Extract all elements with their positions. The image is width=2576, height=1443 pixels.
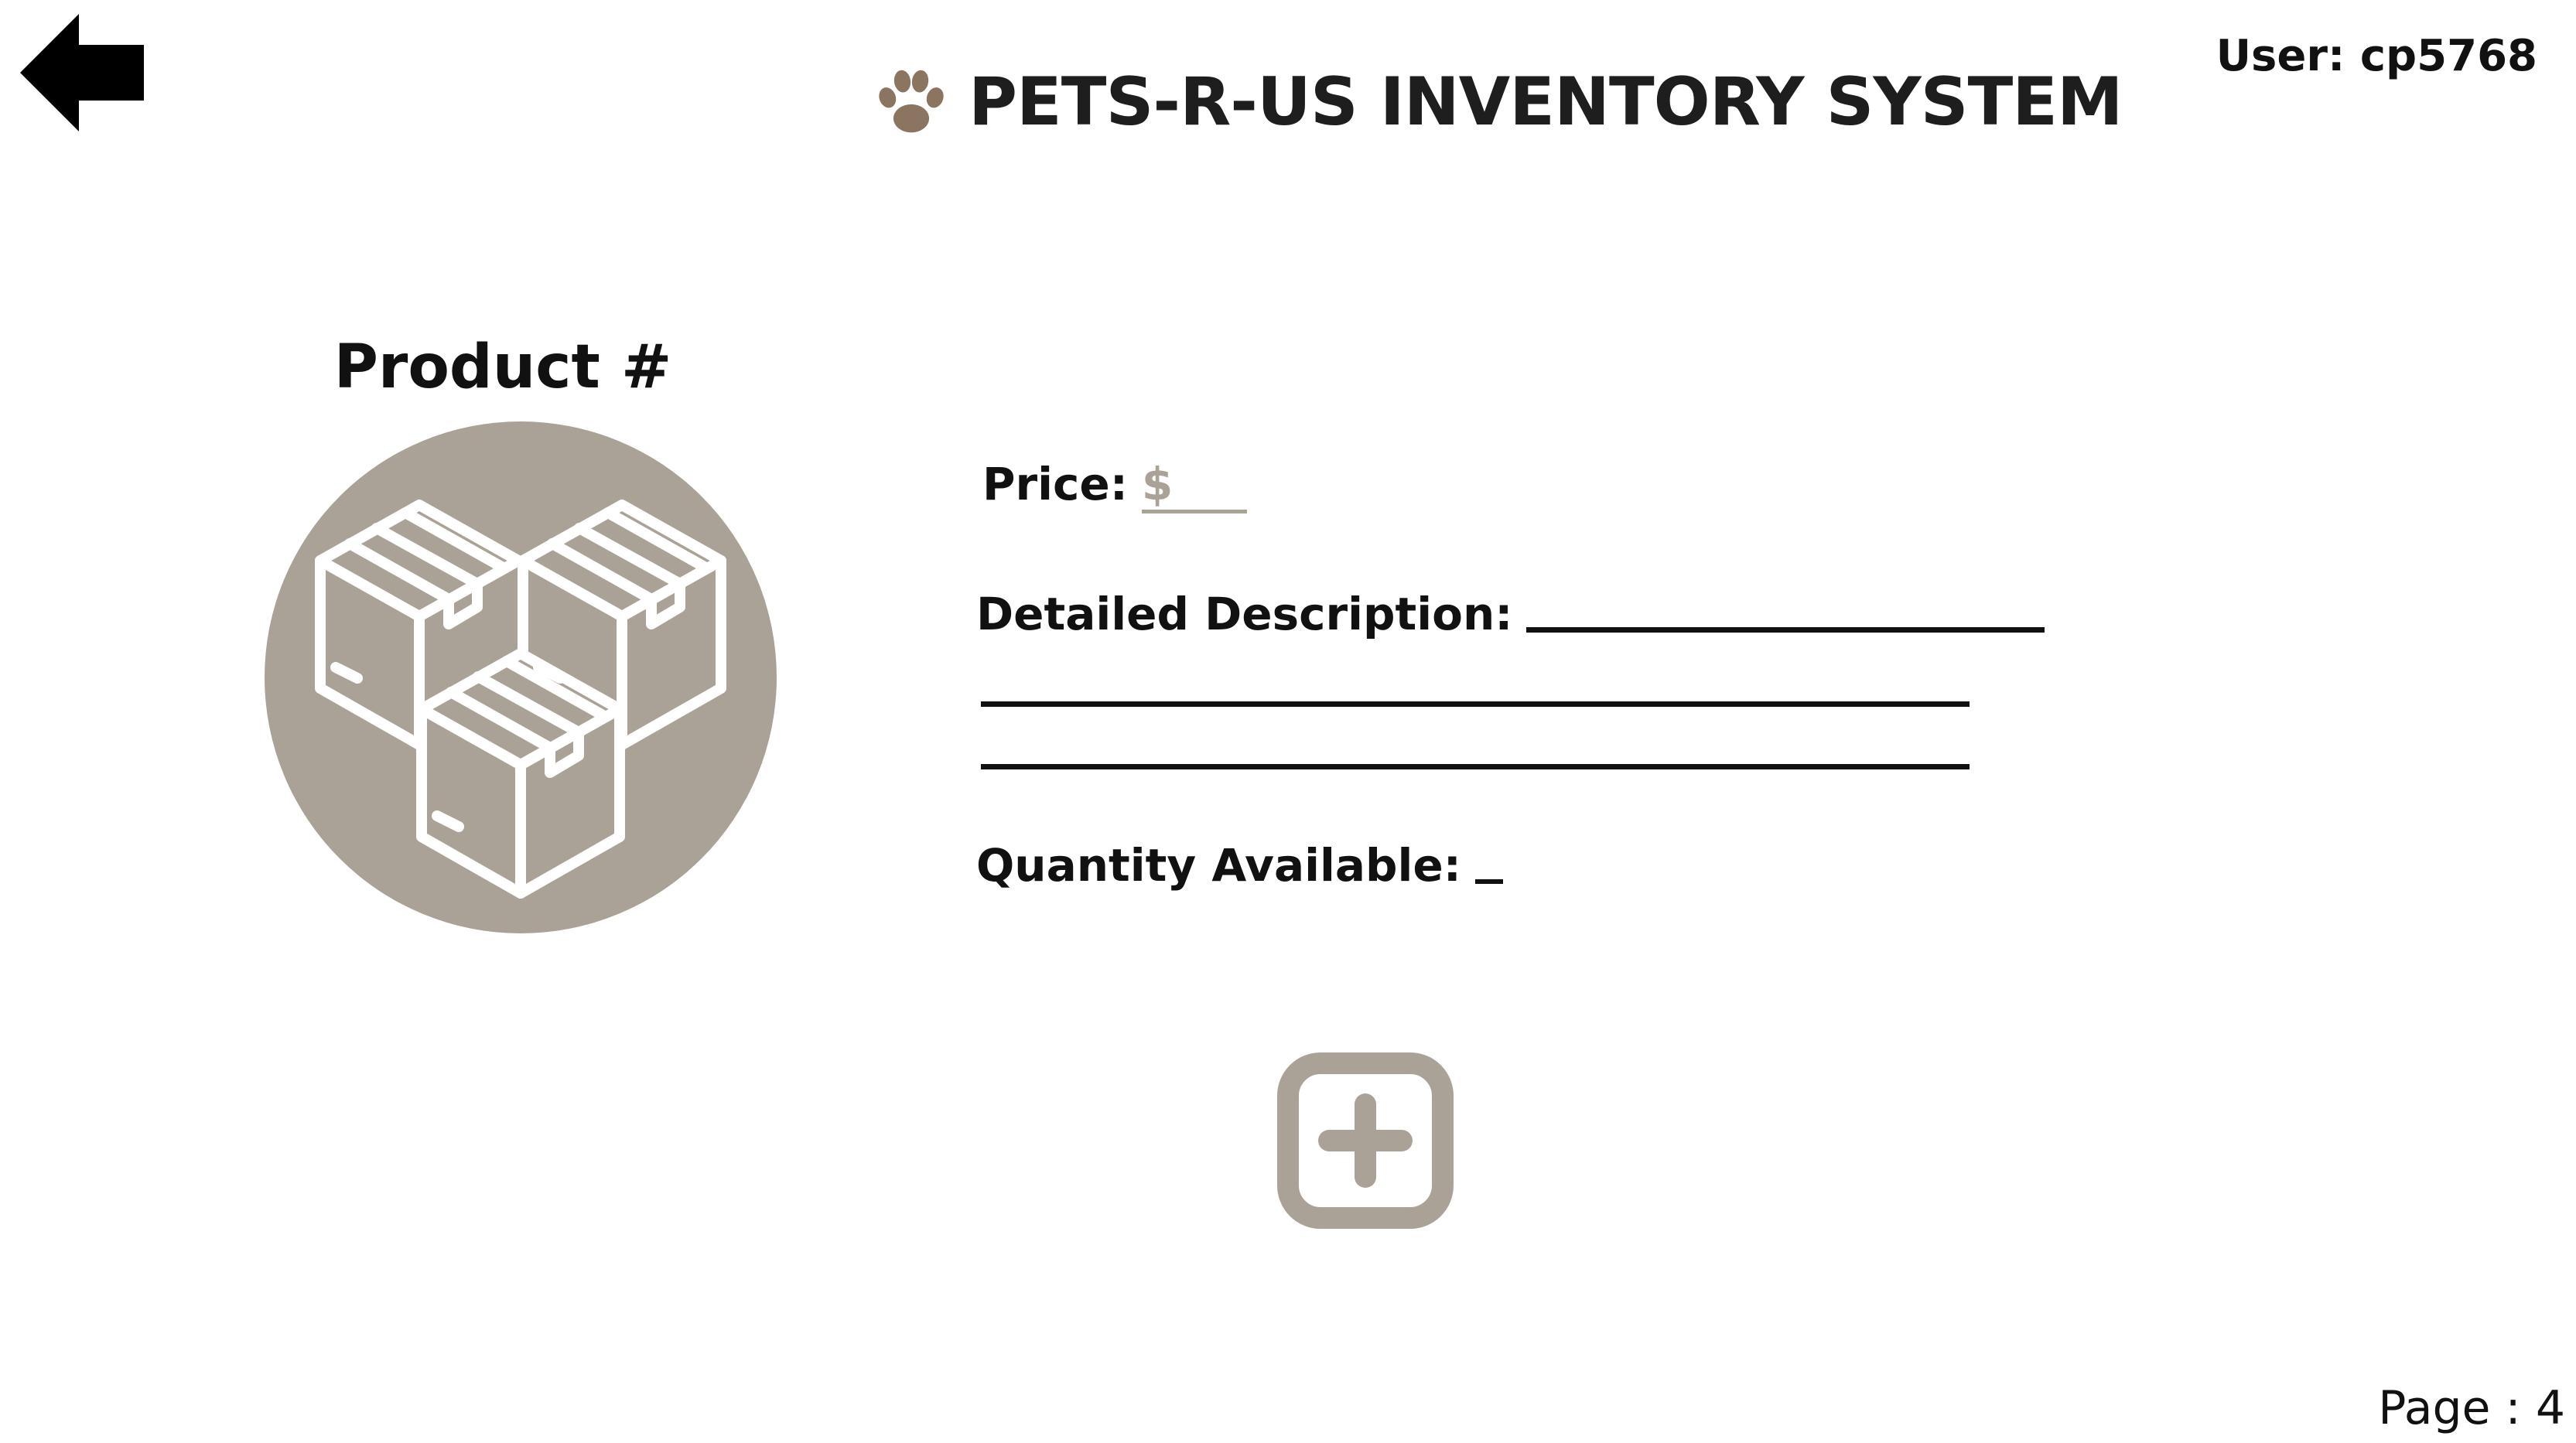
page-header: PETS-R-US INVENTORY SYSTEM bbox=[874, 56, 2123, 148]
page-title: PETS-R-US INVENTORY SYSTEM bbox=[969, 63, 2123, 141]
stacked-boxes-icon bbox=[265, 421, 777, 933]
back-button[interactable] bbox=[20, 14, 144, 131]
paw-icon bbox=[879, 70, 944, 133]
quantity-label: Quantity Available: bbox=[976, 839, 1461, 892]
description-input-line[interactable] bbox=[981, 701, 1970, 707]
price-input[interactable]: $ bbox=[1141, 459, 1248, 513]
product-image bbox=[265, 421, 777, 933]
price-field: Price: $ bbox=[982, 458, 1248, 513]
description-input-line[interactable] bbox=[981, 764, 1970, 769]
price-label: Price: bbox=[982, 458, 1128, 510]
user-label: User: cp5768 bbox=[2216, 31, 2537, 81]
product-title: Product # bbox=[333, 333, 672, 402]
add-button[interactable] bbox=[1276, 1052, 1454, 1230]
quantity-field: Quantity Available: bbox=[976, 839, 1503, 892]
description-input-line[interactable] bbox=[1526, 627, 2045, 633]
description-field: Detailed Description: bbox=[976, 588, 2045, 640]
page-number: Page : 4 bbox=[2378, 1381, 2565, 1435]
plus-square-icon bbox=[1277, 1052, 1454, 1229]
quantity-input[interactable] bbox=[1474, 879, 1503, 884]
arrow-left-icon bbox=[20, 14, 144, 131]
description-label: Detailed Description: bbox=[976, 588, 1513, 640]
